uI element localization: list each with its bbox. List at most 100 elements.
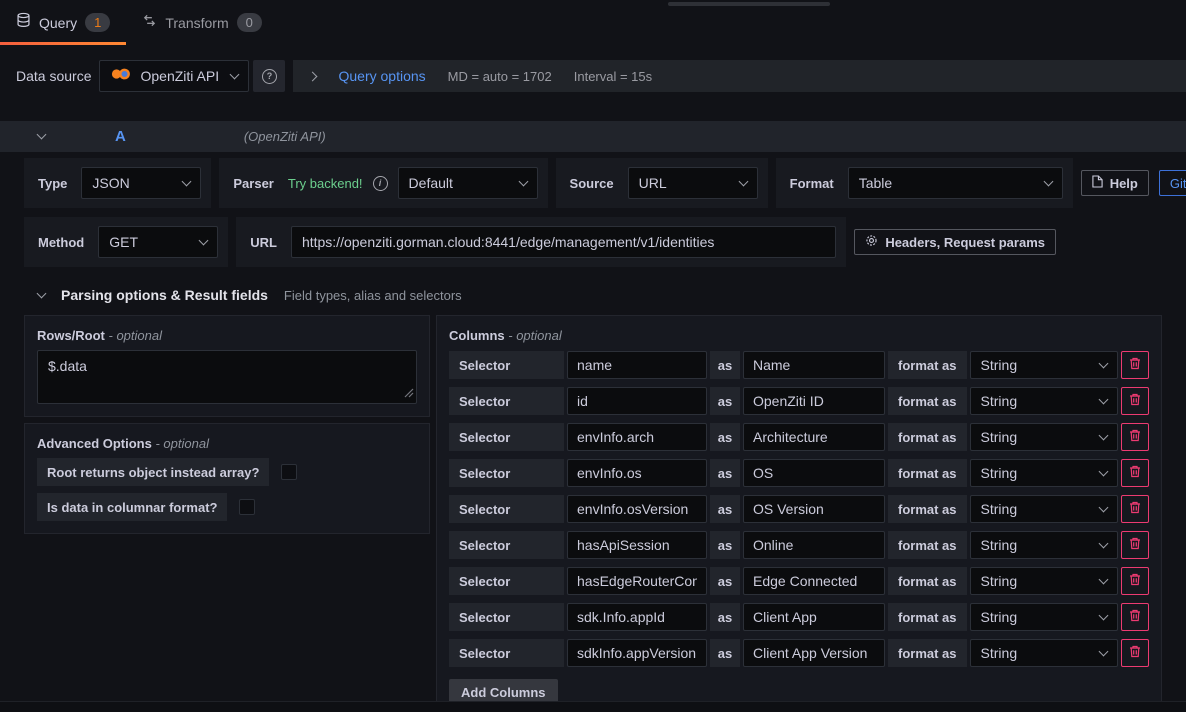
transform-icon <box>142 13 157 33</box>
column-row: Selector as format as String <box>449 387 1149 415</box>
help-button[interactable]: Help <box>1081 170 1149 196</box>
format-as-label: format as <box>888 387 967 415</box>
info-circle-icon: i <box>373 176 388 191</box>
column-selector-input[interactable] <box>567 459 707 487</box>
column-alias-input[interactable] <box>743 387 885 415</box>
parsing-area: Rows/Root - optional $.data Advanced Opt… <box>24 315 1162 712</box>
delete-column-button[interactable] <box>1121 531 1149 559</box>
format-label: Format <box>786 176 838 191</box>
chevron-down-icon <box>1099 466 1109 476</box>
source-select[interactable]: URL <box>628 167 758 199</box>
column-format-select[interactable]: String <box>970 387 1118 415</box>
format-select[interactable]: Table <box>848 167 1063 199</box>
column-format-select[interactable]: String <box>970 567 1118 595</box>
columnar-format-checkbox[interactable] <box>239 499 255 515</box>
doc-buttons: Help Github <box>1081 170 1186 196</box>
column-format-select[interactable]: String <box>970 639 1118 667</box>
as-label: as <box>710 603 740 631</box>
query-options-link[interactable]: Query options <box>338 68 425 84</box>
delete-column-button[interactable] <box>1121 639 1149 667</box>
column-alias-input[interactable] <box>743 603 885 631</box>
column-selector-input[interactable] <box>567 495 707 523</box>
chevron-down-icon <box>1099 430 1109 440</box>
delete-column-button[interactable] <box>1121 351 1149 379</box>
type-select[interactable]: JSON <box>81 167 201 199</box>
splitter-drag-handle[interactable] <box>668 2 830 6</box>
column-alias-input[interactable] <box>743 351 885 379</box>
column-format-value: String <box>981 645 1018 661</box>
column-alias-input[interactable] <box>743 531 885 559</box>
column-selector-input[interactable] <box>567 423 707 451</box>
column-alias-input[interactable] <box>743 567 885 595</box>
source-field-group: Source URL <box>556 158 768 208</box>
column-format-select[interactable]: String <box>970 423 1118 451</box>
column-selector-input[interactable] <box>567 351 707 379</box>
url-input[interactable] <box>291 226 836 258</box>
delete-column-button[interactable] <box>1121 603 1149 631</box>
delete-column-button[interactable] <box>1121 567 1149 595</box>
as-label: as <box>710 639 740 667</box>
interval-text: Interval = 15s <box>574 69 652 84</box>
column-row: Selector as format as String <box>449 531 1149 559</box>
resize-handle-icon[interactable] <box>404 385 414 401</box>
parsing-section-title: Parsing options & Result fields <box>61 287 268 303</box>
column-selector-input[interactable] <box>567 603 707 631</box>
delete-column-button[interactable] <box>1121 459 1149 487</box>
column-alias-input[interactable] <box>743 639 885 667</box>
format-as-label: format as <box>888 639 967 667</box>
query-options-strip[interactable]: Query options MD = auto = 1702 Interval … <box>293 60 1186 92</box>
column-alias-input[interactable] <box>743 495 885 523</box>
chevron-down-icon <box>1099 574 1109 584</box>
format-as-label: format as <box>888 351 967 379</box>
column-format-select[interactable]: String <box>970 531 1118 559</box>
as-label: as <box>710 531 740 559</box>
delete-column-button[interactable] <box>1121 387 1149 415</box>
selector-label: Selector <box>449 423 564 451</box>
column-format-value: String <box>981 501 1018 517</box>
column-format-value: String <box>981 537 1018 553</box>
options-row: Type JSON Parser Try backend! i Default … <box>24 158 1186 208</box>
format-as-label: format as <box>888 603 967 631</box>
trash-icon <box>1129 357 1141 373</box>
rows-root-label-text: Rows/Root <box>37 328 105 343</box>
columnar-format-row: Is data in columnar format? <box>37 493 417 521</box>
parser-select[interactable]: Default <box>398 167 538 199</box>
column-format-select[interactable]: String <box>970 603 1118 631</box>
parsing-section-header[interactable]: Parsing options & Result fields Field ty… <box>38 287 1186 303</box>
rows-root-textarea[interactable]: $.data <box>37 350 417 404</box>
column-alias-input[interactable] <box>743 423 885 451</box>
github-button[interactable]: Github <box>1159 170 1186 196</box>
type-value: JSON <box>92 175 129 191</box>
column-selector-input[interactable] <box>567 387 707 415</box>
column-selector-input[interactable] <box>567 531 707 559</box>
chevron-down-icon <box>1099 646 1109 656</box>
datasource-help-button[interactable]: ? <box>253 60 285 92</box>
bottom-divider <box>0 701 1186 712</box>
columns-label-text: Columns <box>449 328 505 343</box>
chevron-down-icon <box>1099 502 1109 512</box>
headers-request-params-button[interactable]: Headers, Request params <box>854 229 1056 255</box>
column-format-value: String <box>981 393 1018 409</box>
tab-transform[interactable]: Transform 0 <box>126 0 278 45</box>
column-format-select[interactable]: String <box>970 351 1118 379</box>
datasource-label: Data source <box>8 68 99 84</box>
column-format-select[interactable]: String <box>970 495 1118 523</box>
trash-icon <box>1129 609 1141 625</box>
query-row-header[interactable]: A (OpenZiti API) <box>0 121 1186 152</box>
method-select[interactable]: GET <box>98 226 218 258</box>
column-selector-input[interactable] <box>567 639 707 667</box>
delete-column-button[interactable] <box>1121 423 1149 451</box>
column-selector-input[interactable] <box>567 567 707 595</box>
delete-column-button[interactable] <box>1121 495 1149 523</box>
root-returns-object-checkbox[interactable] <box>281 464 297 480</box>
tab-query[interactable]: Query 1 <box>0 0 126 45</box>
trash-icon <box>1129 465 1141 481</box>
parser-label: Parser <box>229 176 277 191</box>
column-format-value: String <box>981 429 1018 445</box>
column-format-select[interactable]: String <box>970 459 1118 487</box>
advanced-options-optional-text: - optional <box>155 436 208 451</box>
trash-icon <box>1129 645 1141 661</box>
datasource-picker[interactable]: OpenZiti API <box>99 60 249 92</box>
rows-root-panel: Rows/Root - optional $.data <box>24 315 430 417</box>
column-alias-input[interactable] <box>743 459 885 487</box>
